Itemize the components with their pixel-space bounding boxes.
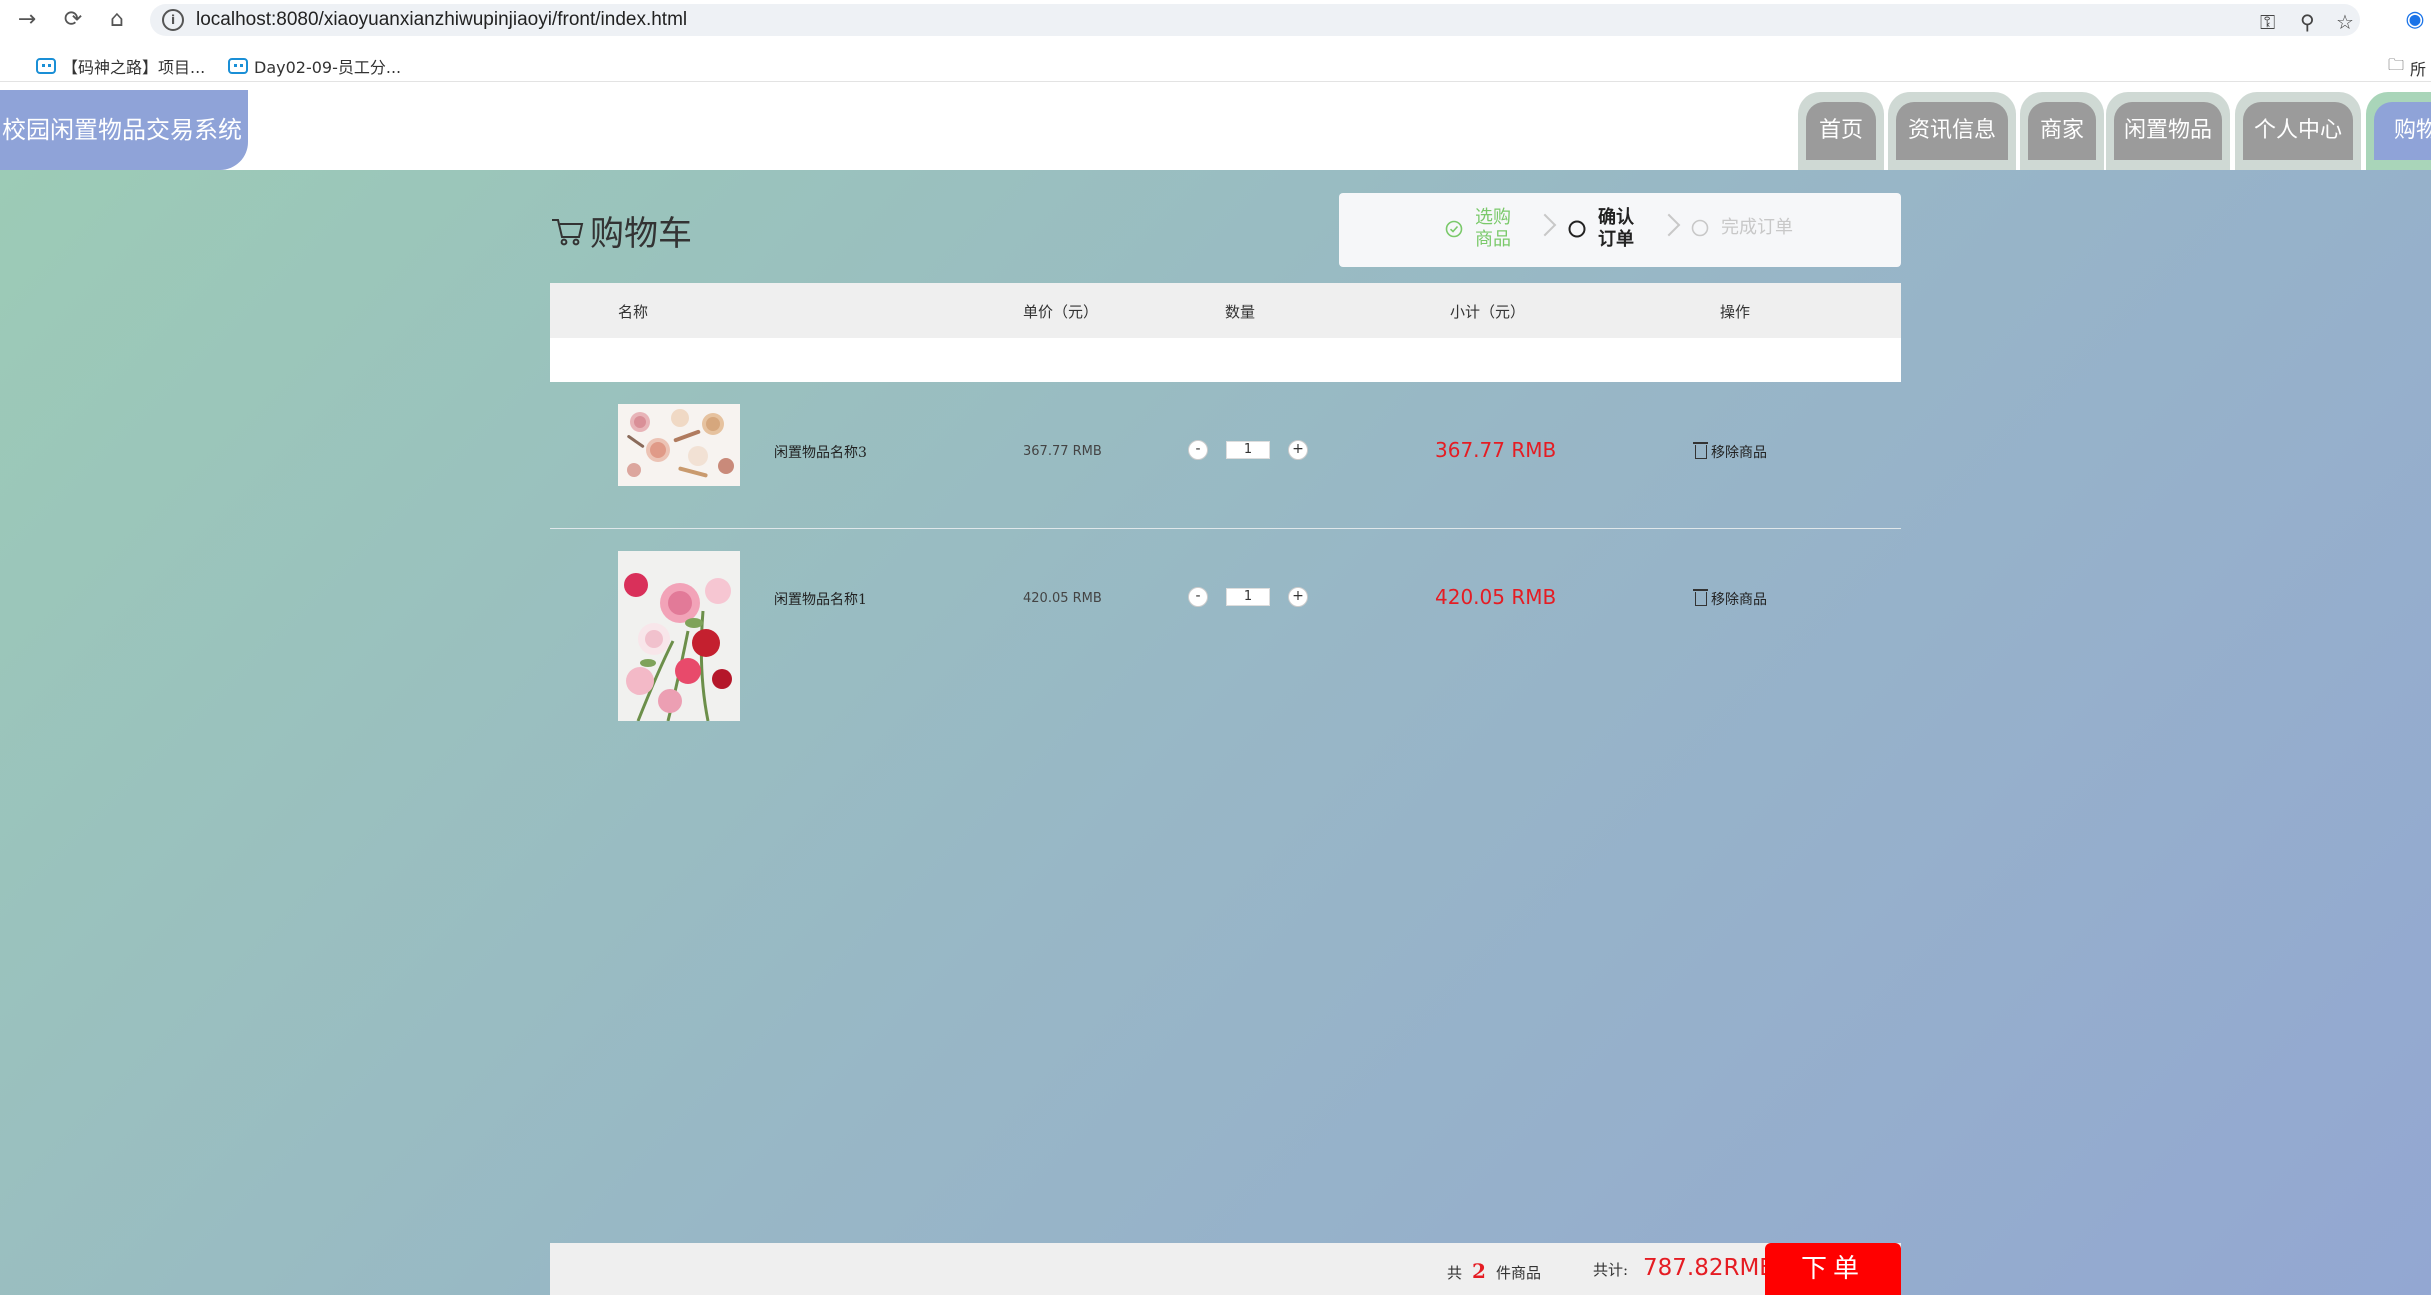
- nav-tab-merchant[interactable]: 商家: [2020, 92, 2104, 170]
- nav-tab-cart[interactable]: 购物: [2366, 92, 2431, 170]
- forward-icon[interactable]: →: [12, 6, 42, 34]
- flowers-photo: [618, 551, 740, 721]
- bilibili-icon: [228, 58, 248, 74]
- place-order-button[interactable]: 下单: [1765, 1243, 1901, 1295]
- site-info-icon[interactable]: i: [162, 9, 184, 31]
- item-count: 共 2 件商品: [1447, 1259, 1541, 1283]
- product-image[interactable]: [618, 404, 740, 486]
- step-arrow-icon: [1533, 213, 1557, 237]
- bookmark-item[interactable]: Day02-09-员工分...: [228, 54, 401, 78]
- home-icon[interactable]: ⌂: [102, 6, 132, 34]
- quantity-input[interactable]: 1: [1226, 441, 1270, 459]
- step-complete-order: 完成订单: [1691, 217, 1793, 239]
- circle-icon: [1691, 219, 1709, 237]
- order-steps: 选购商品 确认订单 完成订单: [1339, 193, 1901, 267]
- subtotal: 420.05 RMB: [1435, 585, 1557, 609]
- step-arrow-icon: [1657, 213, 1681, 237]
- table-row: 闲置物品名称1 420.05 RMB - 1 + 420.05 RMB 移除商品: [550, 529, 1901, 729]
- remove-item-button[interactable]: 移除商品: [1693, 589, 1767, 609]
- bilibili-icon: [36, 58, 56, 74]
- app-header: 校园闲置物品交易系统 首页 资讯信息 商家 闲置物品 个人中心 购物: [0, 90, 2431, 170]
- bookmark-item[interactable]: 【码神之路】项目...: [36, 54, 205, 78]
- reload-icon[interactable]: ⟳: [58, 6, 88, 34]
- column-header-subtotal: 小计（元）: [1450, 303, 1526, 321]
- cart-footer: 共 2 件商品 共计: 787.82RMB 下单: [550, 1243, 1901, 1295]
- increase-button[interactable]: +: [1288, 587, 1308, 607]
- folder-icon: 🗀: [2388, 55, 2405, 74]
- increase-button[interactable]: +: [1288, 440, 1308, 460]
- circle-icon: [1568, 220, 1586, 238]
- cosmetics-photo: [618, 404, 740, 486]
- step-select-goods: 选购商品: [1445, 207, 1515, 251]
- bookmarks-bar: 【码神之路】项目... Day02-09-员工分... 🗀 所: [0, 48, 2431, 82]
- unit-price: 420.05 RMB: [1023, 591, 1102, 606]
- star-icon[interactable]: ☆: [2336, 10, 2354, 34]
- nav-tab-news[interactable]: 资讯信息: [1888, 92, 2016, 170]
- column-header-unit-price: 单价（元）: [1023, 303, 1099, 321]
- zoom-icon[interactable]: ⚲: [2300, 10, 2315, 34]
- step-confirm-order: 确认订单: [1568, 207, 1638, 251]
- product-name[interactable]: 闲置物品名称3: [774, 442, 867, 462]
- browser-toolbar: → ⟳ ⌂ i localhost:8080/xiaoyuanxianzhiwu…: [0, 0, 2431, 40]
- nav-tab-idle-items[interactable]: 闲置物品: [2106, 92, 2230, 170]
- nav-tab-profile[interactable]: 个人中心: [2235, 92, 2361, 170]
- subtotal: 367.77 RMB: [1435, 438, 1557, 462]
- key-icon[interactable]: ⚿: [2260, 10, 2275, 34]
- quantity-stepper: - 1 +: [1188, 587, 1308, 607]
- url-text[interactable]: localhost:8080/xiaoyuanxianzhiwupinjiaoy…: [196, 9, 687, 31]
- nav-tab-home[interactable]: 首页: [1798, 92, 1884, 170]
- product-name[interactable]: 闲置物品名称1: [774, 589, 867, 609]
- trash-icon: [1693, 589, 1708, 606]
- decrease-button[interactable]: -: [1188, 587, 1208, 607]
- decrease-button[interactable]: -: [1188, 440, 1208, 460]
- product-image[interactable]: [618, 551, 740, 721]
- column-header-quantity: 数量: [1225, 303, 1256, 321]
- total-amount: 787.82RMB: [1643, 1255, 1776, 1281]
- bookmark-folder[interactable]: 🗀 所: [2388, 54, 2426, 81]
- remove-item-button[interactable]: 移除商品: [1693, 442, 1767, 462]
- address-bar[interactable]: i localhost:8080/xiaoyuanxianzhiwupinjia…: [150, 4, 2360, 36]
- total-label: 共计:: [1593, 1261, 1629, 1279]
- cart-table-header: 名称 单价（元） 数量 小计（元） 操作: [550, 283, 1901, 338]
- quantity-stepper: - 1 +: [1188, 440, 1308, 460]
- trash-icon: [1693, 442, 1708, 459]
- column-header-action: 操作: [1720, 303, 1751, 321]
- table-row: 闲置物品名称3 367.77 RMB - 1 + 367.77 RMB 移除商品: [550, 382, 1901, 528]
- table-spacer: [550, 338, 1901, 382]
- quantity-input[interactable]: 1: [1226, 588, 1270, 606]
- cart-icon: [552, 218, 584, 245]
- item-count-number: 2: [1472, 1259, 1486, 1283]
- profile-icon[interactable]: ◉: [2400, 6, 2430, 34]
- site-logo[interactable]: 校园闲置物品交易系统: [0, 90, 248, 170]
- unit-price: 367.77 RMB: [1023, 444, 1102, 459]
- page-title: 购物车: [550, 206, 692, 255]
- check-circle-icon: [1445, 220, 1463, 238]
- column-header-name: 名称: [618, 303, 649, 321]
